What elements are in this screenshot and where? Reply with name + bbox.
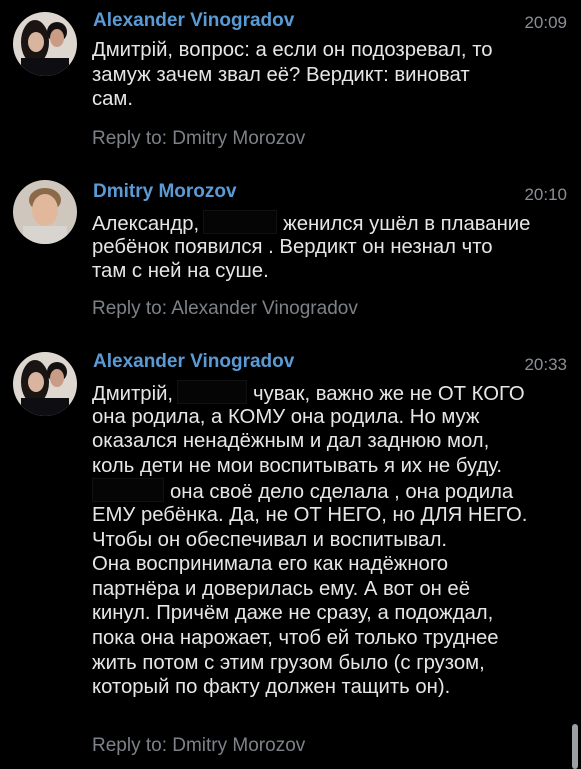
redacted-name	[203, 210, 278, 234]
scrollbar[interactable]	[572, 724, 578, 769]
reply-to-link[interactable]: Reply to: Alexander Vinogradov	[92, 298, 358, 320]
couple-photo-avatar-icon	[13, 352, 77, 416]
message-line: там с ней на суше.	[92, 260, 269, 283]
redacted-name	[92, 478, 164, 503]
message-text: Дмитрій, вопрос: а если он подозревал, т…	[92, 38, 570, 112]
message-line: Она воспринимала его как надёжного	[92, 553, 449, 576]
author-name[interactable]: Alexander Vinogradov	[93, 10, 294, 32]
timestamp: 20:09	[524, 13, 567, 32]
message-line: она своё дело сделала , она родила	[92, 478, 570, 503]
man-photo-avatar-icon	[13, 180, 77, 244]
avatar[interactable]	[13, 352, 77, 416]
message-line: Дмитрій, вопрос: а если он подозревал, т…	[92, 39, 493, 61]
message-line: кинул. Причём даже не сразу, а подождал,	[92, 602, 494, 625]
message-fragment: Дмитрій,	[92, 383, 174, 405]
message-line: ребёнок появился . Вердикт он незнал что	[92, 235, 493, 258]
reply-to-link[interactable]: Reply to: Dmitry Morozov	[92, 128, 305, 150]
message-fragment: она своё дело сделала , она родила	[170, 481, 514, 504]
avatar[interactable]	[13, 180, 77, 244]
message-line: который по факту должен тащить он).	[92, 676, 451, 699]
avatar[interactable]	[13, 12, 77, 76]
redacted-name	[177, 380, 248, 404]
timestamp: 20:10	[524, 185, 567, 204]
message-line: она родила, а КОМУ она родила. Но муж	[92, 405, 480, 428]
author-name[interactable]: Alexander Vinogradov	[93, 351, 294, 373]
message-line: оказался ненадёжным и дал заднюю мол,	[92, 430, 490, 453]
couple-photo-avatar-icon	[13, 12, 77, 76]
message-line: партнёра и доверилась ему. А вот он её	[92, 577, 470, 600]
message-line: сам.	[92, 88, 133, 111]
timestamp: 20:33	[524, 355, 567, 374]
author-name[interactable]: Dmitry Morozov	[93, 181, 237, 203]
message-text: Александр, женился ушёл в плавание ребёно…	[92, 210, 570, 284]
message-line: Дмитрій, чувак, важно же не ОТ КОГО	[92, 380, 570, 405]
message-line: Чтобы он обеспечивал и воспитывал.	[92, 528, 448, 551]
message-line: жить потом с этим грузом было (с грузом,	[92, 651, 485, 674]
message-line: коль дети не мои воспитывать я их не буд…	[92, 454, 503, 477]
message-text: Дмитрій, чувак, важно же не ОТ КОГО она р…	[92, 380, 570, 700]
message-line: Александр, женился ушёл в плавание	[92, 210, 570, 235]
message-line: ЕМУ ребёнка. Да, не ОТ НЕГО, но ДЛЯ НЕГО…	[92, 503, 528, 526]
message-fragment: чувак, важно же не ОТ КОГО	[253, 383, 525, 405]
message-line: пока она нарожает, чтоб ей только трудне…	[92, 626, 499, 649]
message-fragment: Александр,	[92, 213, 200, 235]
message-fragment: женился ушёл в плавание	[283, 213, 531, 235]
reply-to-link[interactable]: Reply to: Dmitry Morozov	[92, 735, 305, 757]
message-line: замуж зачем звал её? Вердикт: виноват	[92, 63, 470, 86]
